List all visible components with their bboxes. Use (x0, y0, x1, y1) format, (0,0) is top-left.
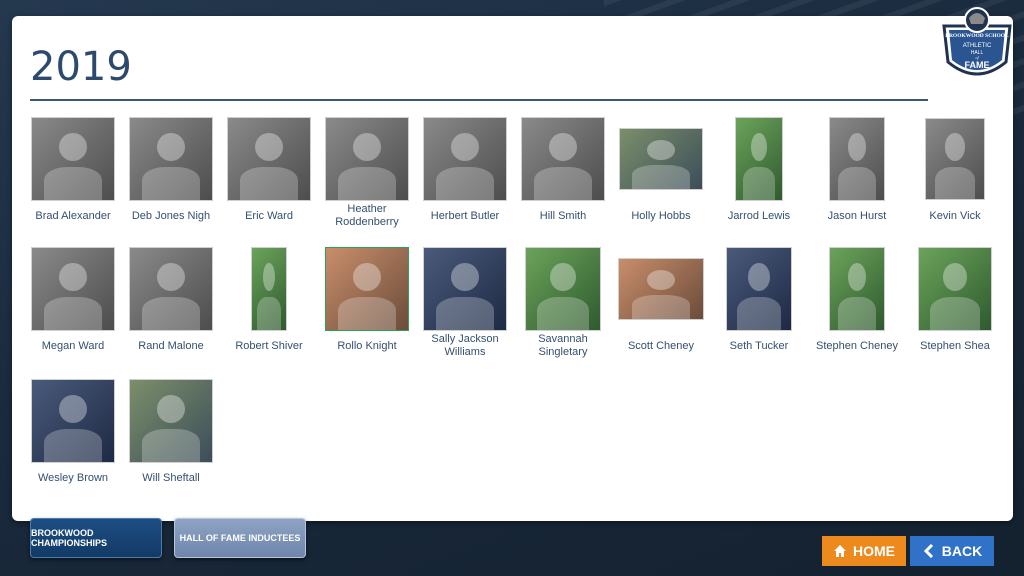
inductee-photo[interactable] (525, 247, 601, 331)
inductee-name: Sally Jackson Williams (431, 333, 499, 358)
inductee-photo[interactable] (918, 247, 992, 331)
inductee-name: Robert Shiver (235, 340, 303, 352)
home-icon (834, 545, 846, 557)
logo-school: BROOKWOOD SCHOOL (945, 33, 1009, 39)
hall-of-fame-logo: BROOKWOOD SCHOOL ATHLETIC HALL of FAME (942, 7, 1012, 76)
inductee-card-kevin-vick[interactable]: Kevin Vick (912, 116, 998, 241)
back-button[interactable]: BACK (910, 536, 994, 566)
inductee-card-stephen-shea[interactable]: Stephen Shea (912, 246, 998, 371)
inductee-name: Jason Hurst (827, 210, 887, 222)
inductee-name: Jarrod Lewis (727, 210, 791, 222)
inductees-tab[interactable]: HALL OF FAME INDUCTEES (174, 518, 306, 558)
inductee-card-jarrod-lewis[interactable]: Jarrod Lewis (716, 116, 802, 241)
inductee-photo[interactable] (735, 117, 783, 201)
page-title: 2019 (30, 44, 132, 90)
inductee-card-savannah-singletary[interactable]: Savannah Singletary (520, 246, 606, 371)
inductee-card-seth-tucker[interactable]: Seth Tucker (716, 246, 802, 371)
inductee-photo[interactable] (129, 379, 213, 463)
logo-line1: ATHLETIC (963, 43, 992, 49)
inductee-photo[interactable] (619, 128, 703, 190)
inductee-name: Megan Ward (41, 340, 105, 352)
home-button[interactable]: HOME (822, 536, 906, 566)
inductee-name: Kevin Vick (929, 210, 981, 222)
inductee-name: Hill Smith (539, 210, 587, 222)
inductee-card-eric-ward[interactable]: Eric Ward (226, 116, 312, 241)
inductee-card-jason-hurst[interactable]: Jason Hurst (814, 116, 900, 241)
inductee-card-scott-cheney[interactable]: Scott Cheney (618, 246, 704, 371)
inductee-card-heather-roddenberry[interactable]: Heather Roddenberry (324, 116, 410, 241)
inductee-card-rollo-knight[interactable]: Rollo Knight (324, 246, 410, 371)
inductee-photo[interactable] (423, 117, 507, 201)
inductee-name: Brad Alexander (35, 210, 111, 222)
inductee-card-brad-alexander[interactable]: Brad Alexander (30, 116, 116, 241)
inductee-card-sally-jackson-williams[interactable]: Sally Jackson Williams (422, 246, 508, 371)
inductee-name: Holly Hobbs (631, 210, 691, 222)
inductee-card-holly-hobbs[interactable]: Holly Hobbs (618, 116, 704, 241)
inductee-photo[interactable] (31, 247, 115, 331)
inductee-photo[interactable] (129, 247, 213, 331)
inductee-photo[interactable] (829, 247, 885, 331)
inductee-card-robert-shiver[interactable]: Robert Shiver (226, 246, 312, 371)
inductee-name: Stephen Cheney (816, 340, 898, 352)
inductee-photo[interactable] (325, 247, 409, 331)
inductee-card-hill-smith[interactable]: Hill Smith (520, 116, 606, 241)
inductee-photo[interactable] (325, 117, 409, 201)
inductee-card-will-sheftall[interactable]: Will Sheftall (128, 378, 214, 503)
inductee-name: Stephen Shea (920, 340, 990, 352)
title-divider (30, 99, 928, 101)
inductee-card-deb-jones-nigh[interactable]: Deb Jones Nigh (128, 116, 214, 241)
inductee-photo[interactable] (227, 117, 311, 201)
inductee-name: Rollo Knight (337, 340, 397, 352)
inductee-photo[interactable] (726, 247, 792, 331)
inductee-card-herbert-butler[interactable]: Herbert Butler (422, 116, 508, 241)
inductee-name: Deb Jones Nigh (131, 210, 211, 222)
inductee-card-wesley-brown[interactable]: Wesley Brown (30, 378, 116, 503)
inductee-name: Wesley Brown (37, 472, 109, 484)
inductee-card-megan-ward[interactable]: Megan Ward (30, 246, 116, 371)
inductee-photo[interactable] (129, 117, 213, 201)
logo-line4: FAME (964, 60, 989, 70)
inductee-name: Rand Malone (138, 340, 204, 352)
inductee-card-rand-malone[interactable]: Rand Malone (128, 246, 214, 371)
inductee-name: Heather Roddenberry (335, 203, 399, 228)
championships-tab[interactable]: BROOKWOOD CHAMPIONSHIPS (30, 518, 162, 558)
inductee-photo[interactable] (618, 258, 704, 320)
inductee-name: Will Sheftall (142, 472, 200, 484)
inductee-photo[interactable] (31, 379, 115, 463)
inductee-photo[interactable] (521, 117, 605, 201)
back-label: BACK (941, 543, 983, 559)
inductee-name: Seth Tucker (729, 340, 789, 352)
inductee-name: Savannah Singletary (538, 333, 588, 358)
chevron-left-icon (923, 544, 933, 558)
inductee-photo[interactable] (925, 118, 985, 200)
inductee-photo[interactable] (423, 247, 507, 331)
inductee-photo[interactable] (829, 117, 885, 201)
inductee-name: Eric Ward (245, 210, 293, 222)
inductee-photo[interactable] (31, 117, 115, 201)
inductee-photo[interactable] (251, 247, 287, 331)
inductees-panel: 2019 Brad Alexander Deb Jones Nigh Eric … (12, 16, 1013, 521)
inductee-card-stephen-cheney[interactable]: Stephen Cheney (814, 246, 900, 371)
inductee-name: Scott Cheney (627, 340, 695, 352)
inductee-name: Herbert Butler (430, 210, 500, 222)
home-label: HOME (853, 543, 895, 559)
